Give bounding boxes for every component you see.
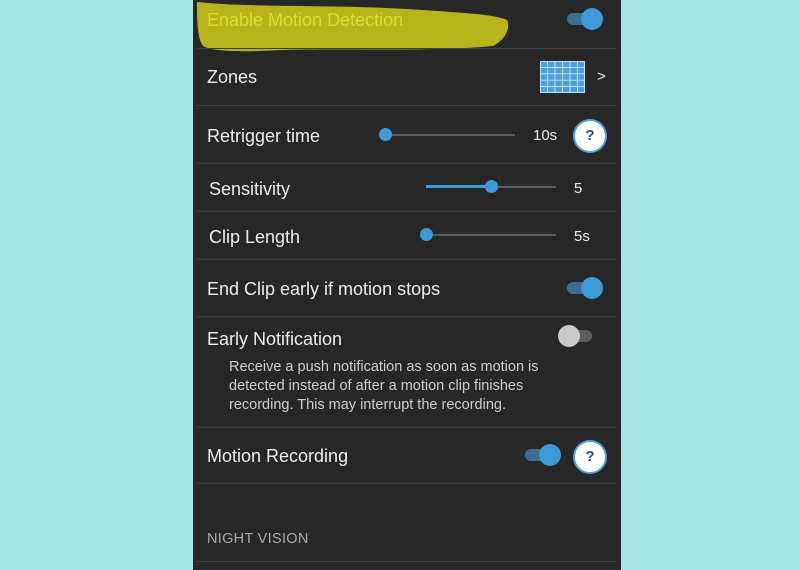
retrigger-time-value: 10s bbox=[533, 127, 558, 144]
motion-recording-toggle[interactable] bbox=[523, 443, 561, 467]
clip-length-label: Clip Length bbox=[209, 227, 301, 247]
motion-settings-panel: Enable Motion Detection Zones > Retrigge… bbox=[193, 0, 621, 570]
night-vision-section-header: NIGHT VISION bbox=[207, 531, 309, 547]
row-motion-recording: Motion Recording ? bbox=[193, 428, 621, 483]
sensitivity-slider[interactable] bbox=[426, 177, 556, 197]
end-clip-early-toggle[interactable] bbox=[565, 276, 603, 300]
zones-label: Zones bbox=[207, 67, 258, 87]
retrigger-time-slider[interactable] bbox=[379, 125, 515, 145]
retrigger-help-button[interactable]: ? bbox=[573, 119, 607, 153]
row-retrigger-time: Retrigger time 10s ? bbox=[193, 106, 621, 163]
divider bbox=[197, 483, 617, 484]
row-clip-length: Clip Length 5s bbox=[193, 212, 621, 259]
row-enable-motion-detection: Enable Motion Detection bbox=[193, 0, 621, 52]
slider-thumb[interactable] bbox=[379, 128, 392, 141]
sensitivity-label: Sensitivity bbox=[209, 179, 291, 199]
row-early-notification: Early Notification Receive a push notifi… bbox=[193, 317, 621, 427]
slider-thumb[interactable] bbox=[485, 180, 498, 193]
sensitivity-value: 5 bbox=[574, 180, 583, 197]
early-notification-label: Early Notification bbox=[207, 329, 343, 349]
early-notification-toggle[interactable] bbox=[558, 324, 596, 348]
end-clip-early-label: End Clip early if motion stops bbox=[207, 279, 441, 299]
motion-recording-label: Motion Recording bbox=[207, 446, 349, 466]
slider-thumb[interactable] bbox=[420, 228, 433, 241]
zones-grid-icon[interactable] bbox=[540, 61, 585, 93]
motion-recording-help-button[interactable]: ? bbox=[573, 440, 607, 474]
divider bbox=[197, 561, 617, 562]
clip-length-slider[interactable] bbox=[420, 225, 556, 245]
row-sensitivity: Sensitivity 5 bbox=[193, 164, 621, 211]
zones-chevron-icon[interactable]: > bbox=[597, 68, 606, 85]
row-end-clip-early: End Clip early if motion stops bbox=[193, 260, 621, 316]
retrigger-time-label: Retrigger time bbox=[207, 126, 321, 146]
clip-length-value: 5s bbox=[574, 228, 590, 245]
enable-motion-detection-label: Enable Motion Detection bbox=[207, 10, 404, 30]
row-zones[interactable]: Zones > bbox=[193, 49, 621, 105]
early-notification-description: Receive a push notification as soon as m… bbox=[229, 359, 539, 413]
enable-motion-detection-toggle[interactable] bbox=[565, 7, 603, 31]
